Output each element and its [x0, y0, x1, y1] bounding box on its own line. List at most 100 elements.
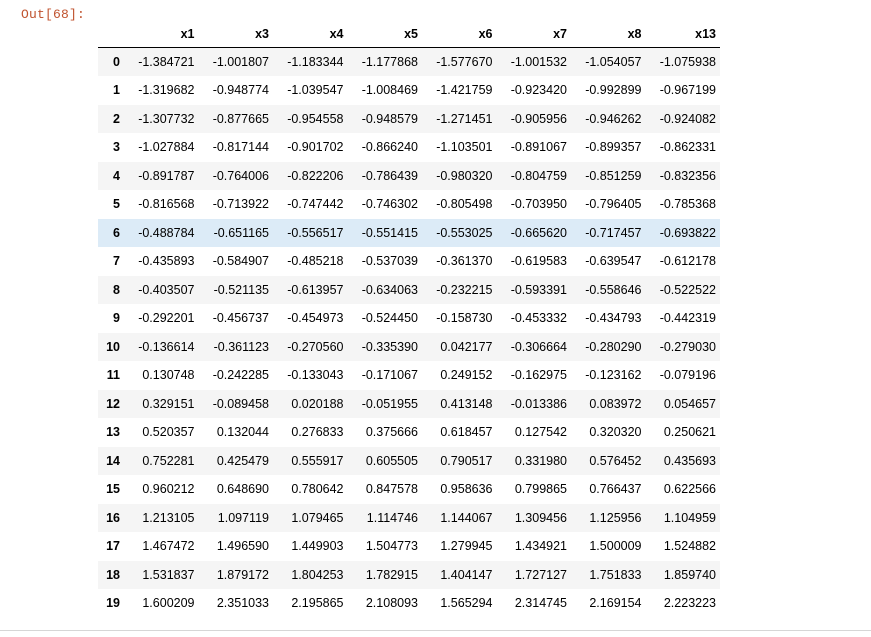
table-cell: 1.727127	[514, 567, 567, 582]
table-cell: 1.114746	[366, 510, 418, 525]
row-index: 6	[113, 225, 120, 240]
table-cell: 1.600209	[142, 596, 195, 611]
column-header: x5	[347, 20, 422, 48]
table-cell: -0.485218	[287, 254, 344, 269]
table-row: 4 -0.891787 -0.764006 -0.822206 -0.786439 -0.…	[98, 161, 720, 190]
table-row: 10 -0.136614 -0.361123 -0.270560 -0.335390 0.…	[98, 332, 720, 361]
table-cell: -0.796405	[585, 197, 642, 212]
table-cell: 0.329151	[142, 396, 195, 411]
table-cell: -0.899357	[585, 140, 642, 155]
table-cell: -0.804759	[510, 168, 567, 183]
column-header: x1	[124, 20, 199, 48]
table-row: 18 1.531837 1.879172 1.804253 1.782915 1.4041…	[98, 560, 720, 589]
table-cell: -0.171067	[361, 368, 418, 383]
table-cell: -0.456737	[212, 311, 269, 326]
table-cell: -0.556517	[287, 225, 344, 240]
table-cell: -0.693822	[659, 225, 716, 240]
table-cell: -0.634063	[361, 282, 418, 297]
table-cell: 0.127542	[514, 425, 567, 440]
table-row: 1 -1.319682 -0.948774 -1.039547 -1.008469 -1.…	[98, 76, 720, 105]
table-cell: -1.307732	[138, 111, 195, 126]
output-prompt: Out[68]:	[21, 7, 86, 22]
table-cell: -0.619583	[510, 254, 567, 269]
table-cell: 0.622566	[663, 482, 716, 497]
table-cell: 1.859740	[663, 567, 716, 582]
table-cell: -0.747442	[287, 197, 344, 212]
table-cell: 0.790517	[440, 453, 493, 468]
table-cell: -0.891787	[138, 168, 195, 183]
table-cell: -0.306664	[510, 339, 567, 354]
table-cell: -0.162975	[510, 368, 567, 383]
table-cell: 0.958636	[440, 482, 493, 497]
row-index: 1	[113, 83, 120, 98]
table-cell: 1.079465	[291, 510, 344, 525]
table-cell: -1.103501	[436, 140, 493, 155]
table-row: 13 0.520357 0.132044 0.276833 0.375666 0.6184…	[98, 418, 720, 447]
table-cell: -0.877665	[212, 111, 269, 126]
row-index: 5	[113, 197, 120, 212]
column-header: x3	[198, 20, 273, 48]
table-cell: 2.351033	[216, 596, 269, 611]
table-cell: 1.144067	[440, 510, 493, 525]
table-cell: -0.454973	[287, 311, 344, 326]
row-index: 15	[106, 482, 120, 497]
table-cell: 0.435693	[663, 453, 716, 468]
table-cell: -0.764006	[212, 168, 269, 183]
row-index: 16	[106, 510, 120, 525]
table-cell: 0.520357	[142, 425, 195, 440]
table-row: 7 -0.435893 -0.584907 -0.485218 -0.537039 -0.…	[98, 247, 720, 276]
table-cell: 0.331980	[514, 453, 567, 468]
row-index: 13	[106, 425, 120, 440]
table-cell: 2.314745	[514, 596, 567, 611]
table-cell: 1.500009	[589, 539, 642, 554]
table-cell: -0.651165	[213, 225, 269, 240]
table-cell: 1.279945	[440, 539, 493, 554]
dataframe-output: x1 x3 x4 x5 x6 x7 x8 x13 0 -1.384721 -1.00…	[98, 20, 720, 618]
row-index: 3	[113, 140, 120, 155]
table-cell: -0.361123	[213, 339, 269, 354]
table-cell: -0.553025	[436, 225, 493, 240]
table-row: 19 1.600209 2.351033 2.195865 2.108093 1.5652…	[98, 589, 720, 618]
table-cell: -0.980320	[436, 168, 493, 183]
table-row: 12 0.329151 -0.089458 0.020188 -0.051955 0.41…	[98, 389, 720, 418]
table-cell: 2.223223	[663, 596, 716, 611]
table-cell: -0.435893	[138, 254, 195, 269]
table-cell: -1.075938	[659, 55, 716, 69]
row-index: 19	[106, 596, 120, 611]
column-header: x6	[422, 20, 497, 48]
table-cell: -0.785368	[659, 197, 716, 212]
table-cell: 0.766437	[589, 482, 642, 497]
table-cell: -0.816568	[138, 197, 195, 212]
table-cell: -0.862331	[659, 140, 716, 155]
table-cell: -0.901702	[287, 140, 344, 155]
table-cell: -1.054057	[585, 55, 642, 69]
table-cell: -0.851259	[585, 168, 642, 183]
table-cell: -0.292201	[138, 311, 195, 326]
table-cell: 1.309456	[514, 510, 567, 525]
table-cell: -1.039547	[287, 83, 344, 98]
row-index: 11	[106, 368, 120, 383]
table-cell: 0.780642	[291, 482, 344, 497]
table-cell: 1.213105	[142, 510, 195, 525]
table-cell: -0.717457	[585, 225, 642, 240]
table-cell: -0.593391	[510, 282, 567, 297]
table-row: 8 -0.403507 -0.521135 -0.613957 -0.634063 -0.…	[98, 275, 720, 304]
table-cell: 0.576452	[589, 453, 642, 468]
table-cell: 0.375666	[365, 425, 418, 440]
table-cell: 0.425479	[216, 453, 269, 468]
table-body: 0 -1.384721 -1.001807 -1.183344 -1.177868 -1.…	[98, 47, 720, 618]
row-index: 17	[106, 539, 120, 554]
table-cell: 2.108093	[365, 596, 418, 611]
table-cell: -0.136614	[138, 339, 195, 354]
table-cell: -0.232215	[436, 282, 493, 297]
table-cell: -0.361370	[436, 254, 493, 269]
table-cell: 0.320320	[589, 425, 642, 440]
table-cell: 1.496590	[216, 539, 269, 554]
table-row: 15 0.960212 0.648690 0.780642 0.847578 0.9586…	[98, 475, 720, 504]
table-cell: 0.132044	[216, 425, 269, 440]
table-cell: 1.404147	[440, 567, 493, 582]
row-index: 7	[113, 254, 120, 269]
table-cell: -0.584907	[212, 254, 269, 269]
table-row: 11 0.130748 -0.242285 -0.133043 -0.171067 0.2…	[98, 361, 720, 390]
table-cell: -1.177868	[361, 55, 418, 69]
